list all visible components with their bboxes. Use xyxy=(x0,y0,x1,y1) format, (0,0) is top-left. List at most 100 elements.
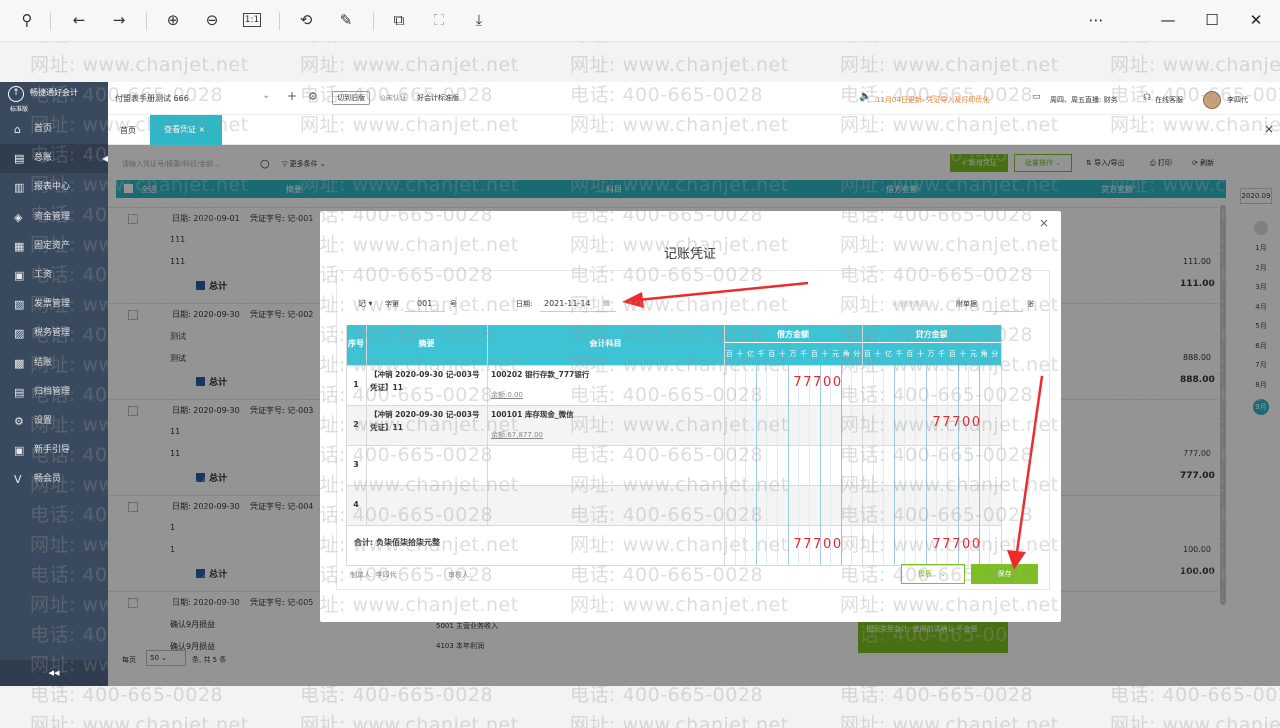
pin-icon[interactable]: ⚲ xyxy=(16,9,38,31)
tab-bar: 首页 查看凭证 × × xyxy=(108,115,1280,145)
sidebar-item-7[interactable]: ▨ 税务管理 xyxy=(0,319,108,348)
toolbar-divider xyxy=(146,12,147,30)
template-button[interactable]: 模板 ⌄ xyxy=(901,564,965,584)
sidebar-item-label: 归档管理 xyxy=(34,386,71,397)
sidebar-item-1[interactable]: ▤ 总账 ◀ xyxy=(0,144,108,174)
report-icon: ▥ xyxy=(14,181,25,195)
sidebar-item-12[interactable]: V 畅会员 xyxy=(0,465,108,494)
live-link[interactable]: 周四、周五直播: 财务 xyxy=(1050,95,1118,105)
sidebar-item-label: 新手引导 xyxy=(34,445,71,456)
tax-icon: ▨ xyxy=(14,327,25,341)
collapse-sidebar-icon[interactable]: ◂◂ xyxy=(0,660,108,686)
speaker-icon: 🔈 xyxy=(859,91,872,102)
logo-icon: ↑ xyxy=(8,86,24,102)
zoom-in-icon[interactable]: ⊕ xyxy=(162,9,184,31)
online-service-link[interactable]: 在线客服 xyxy=(1155,95,1183,105)
modal-title: 记账凭证 xyxy=(664,247,717,262)
arrow-line xyxy=(1015,375,1044,553)
tab-view-voucher[interactable]: 查看凭证 × xyxy=(150,115,222,145)
watermark-text: 网址: www.chanjet.net xyxy=(1110,54,1280,76)
gear-icon[interactable]: ⚙ xyxy=(308,90,318,103)
sidebar-item-label: 资金管理 xyxy=(34,211,71,222)
zoom-out-icon[interactable]: ⊖ xyxy=(201,9,223,31)
sidebar-item-11[interactable]: ▣ 新手引导 xyxy=(0,436,108,465)
add-icon[interactable]: + xyxy=(287,89,297,103)
viewer-toolbar: ⚲ ← → ⊕ ⊖ 1:1 ⟲ ✎ ⧉ ⛶ ⤓ ⋯ — ☐ ✕ xyxy=(0,0,1280,42)
archive-icon: ▤ xyxy=(14,385,25,399)
word-no-input[interactable]: 001 xyxy=(405,296,445,312)
invoice-icon: ▧ xyxy=(14,298,25,312)
watermark-text: 网址: www.chanjet.net xyxy=(570,54,789,76)
watermark-text: 电话: 400-665-0028 xyxy=(30,42,223,47)
sidebar-item-3[interactable]: ◈ 资金管理 xyxy=(0,203,108,232)
headset-icon: ☊ xyxy=(1143,93,1151,103)
sidebar-item-label: 首页 xyxy=(34,124,53,134)
close-page-icon[interactable]: × xyxy=(1264,122,1274,136)
watermark-text: 电话: 400-665-0028 xyxy=(570,42,763,47)
money-icon: ◈ xyxy=(14,210,23,224)
arrow-head xyxy=(1007,550,1026,570)
annotation-arrow-date xyxy=(622,281,809,308)
account-set-select[interactable]: 付盟表手册测试 666 xyxy=(115,93,189,104)
sidebar-item-5[interactable]: ▣ 工资 xyxy=(0,261,108,290)
rotate-icon[interactable]: ⟲ xyxy=(295,9,317,31)
video-icon: ▭ xyxy=(1032,92,1041,102)
chevron-down-icon[interactable]: ⌄ xyxy=(262,90,270,101)
save-icon[interactable]: ⤓ xyxy=(468,9,490,31)
close-icon[interactable]: ✕ xyxy=(1244,8,1268,32)
settings-icon: ⚙ xyxy=(14,415,24,428)
copy-icon[interactable]: ⧉ xyxy=(388,9,410,31)
more-icon[interactable]: ⋯ xyxy=(1084,8,1108,32)
vip-icon: V xyxy=(14,473,22,487)
modal-close-icon[interactable]: × xyxy=(1039,216,1049,230)
forward-icon[interactable]: → xyxy=(108,9,130,31)
app-header: 付盟表手册测试 666 ⌄ + ⚙ 切到旧版 ⊙未认证 好会计标准版 🔈 11月… xyxy=(0,82,1280,115)
actual-size-icon[interactable]: 1:1 xyxy=(243,13,261,27)
sidebar-item-10[interactable]: ⚙ 设置 xyxy=(0,407,108,436)
minimize-icon[interactable]: — xyxy=(1156,8,1180,32)
switch-old-button[interactable]: 切到旧版 xyxy=(332,91,370,105)
sidebar-item-label: 报表中心 xyxy=(34,182,71,193)
toolbar-divider xyxy=(50,12,51,30)
notice-link[interactable]: 11月04日更新: 凭证导入及打印优化 xyxy=(876,95,989,105)
watermark-text: 电话: 400-665-0028 xyxy=(840,42,1033,47)
toolbar-divider xyxy=(279,12,280,30)
back-icon[interactable]: ← xyxy=(68,9,90,31)
watermark-text: 电话: 400-665-0028 xyxy=(300,42,493,47)
watermark-text: 网址: www.chanjet.net xyxy=(300,54,519,76)
watermark-text: 网址: www.chanjet.net xyxy=(840,54,1059,76)
attach-count-input[interactable] xyxy=(985,296,1023,312)
sidebar-item-label: 畅会员 xyxy=(34,474,62,485)
chevron-down-icon: ⌄ xyxy=(940,570,947,578)
edit-icon[interactable]: ✎ xyxy=(335,9,357,31)
asset-icon: ▦ xyxy=(14,239,25,253)
salary-icon: ▣ xyxy=(14,269,25,282)
sidebar-item-4[interactable]: ▦ 固定资产 xyxy=(0,232,108,261)
close-books-icon: ▩ xyxy=(14,356,25,370)
ledger-icon: ▤ xyxy=(14,152,25,166)
sidebar-item-0[interactable]: ⌂ 首页 xyxy=(0,115,108,144)
cert-status: ⊙未认证 xyxy=(380,94,407,102)
watermark-text: 电话: 400-665-0028 xyxy=(1110,42,1280,47)
user-name[interactable]: 李四代 xyxy=(1227,95,1248,105)
sidebar-item-9[interactable]: ▤ 归档管理 xyxy=(0,378,108,407)
tab-home[interactable]: 首页 xyxy=(120,125,136,136)
maximize-icon[interactable]: ☐ xyxy=(1200,8,1224,32)
watermark-text: 网址: www.chanjet.net xyxy=(30,54,249,76)
brand-name: 畅捷通好会计 xyxy=(30,88,78,97)
sidebar-item-2[interactable]: ▥ 报表中心 xyxy=(0,173,108,202)
tab-close-icon[interactable]: × xyxy=(199,125,206,134)
sidebar-item-label: 固定资产 xyxy=(34,240,71,251)
sidebar-item-6[interactable]: ▧ 发票管理 xyxy=(0,290,108,319)
sidebar-item-label: 税务管理 xyxy=(34,328,71,339)
brand-logo[interactable]: ↑ 畅捷通好会计 标准版 xyxy=(0,82,108,115)
home-icon: ⌂ xyxy=(14,123,21,136)
avatar[interactable] xyxy=(1203,91,1221,109)
annotation-arrow-save xyxy=(1007,375,1044,570)
bottom-strip xyxy=(0,686,1280,728)
sidebar-item-8[interactable]: ▩ 结账 xyxy=(0,349,108,378)
voucher-word-select[interactable]: 记 ▾ xyxy=(358,298,373,309)
sidebar-item-label: 发票管理 xyxy=(34,299,71,310)
toolbar-divider xyxy=(373,12,374,30)
crop-icon[interactable]: ⛶ xyxy=(428,9,450,31)
